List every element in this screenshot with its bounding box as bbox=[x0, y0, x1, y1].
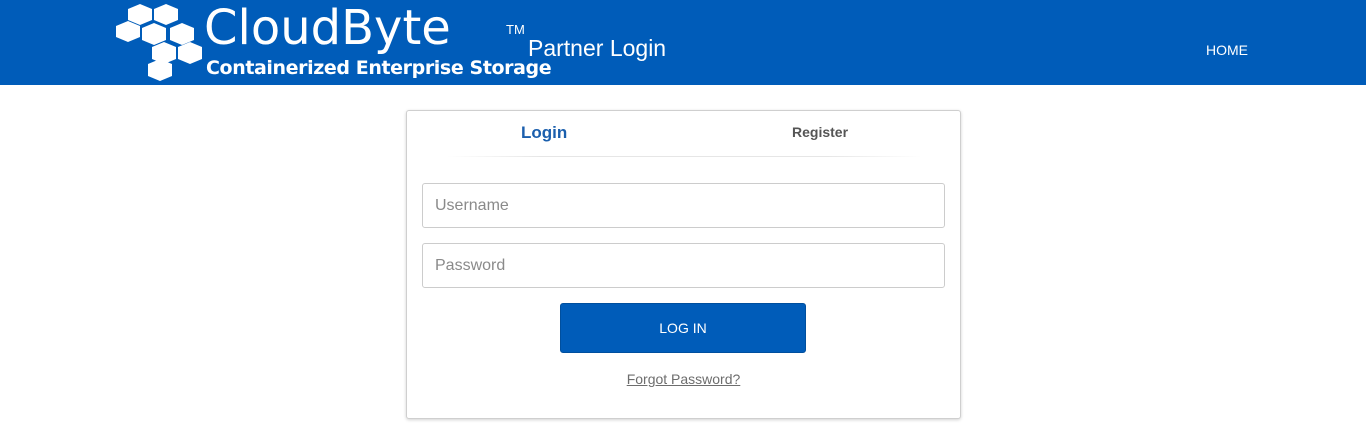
forgot-password-text[interactable]: Forgot Password? bbox=[627, 371, 741, 387]
login-button[interactable]: LOG IN bbox=[560, 303, 806, 353]
nav-home-link[interactable]: HOME bbox=[1206, 42, 1248, 58]
brand-tagline: Containerized Enterprise Storage bbox=[206, 57, 552, 79]
auth-tabs: Login Register bbox=[407, 111, 960, 158]
forgot-password-link: Forgot Password? bbox=[407, 371, 960, 387]
tab-divider bbox=[447, 156, 922, 157]
tab-register[interactable]: Register bbox=[792, 124, 848, 140]
top-header: CloudByte TM Containerized Enterprise St… bbox=[0, 0, 1366, 85]
page-title: Partner Login bbox=[528, 35, 667, 61]
login-card: Login Register LOG IN Forgot Password? bbox=[406, 110, 961, 419]
trademark-mark: TM bbox=[506, 22, 525, 37]
brand-name: CloudByte bbox=[204, 0, 451, 56]
cloudbyte-logo[interactable]: CloudByte TM Containerized Enterprise St… bbox=[116, 0, 552, 82]
password-input[interactable] bbox=[422, 243, 945, 288]
username-input[interactable] bbox=[422, 183, 945, 228]
tab-login[interactable]: Login bbox=[521, 123, 567, 143]
hexagon-cluster-icon bbox=[116, 4, 202, 81]
